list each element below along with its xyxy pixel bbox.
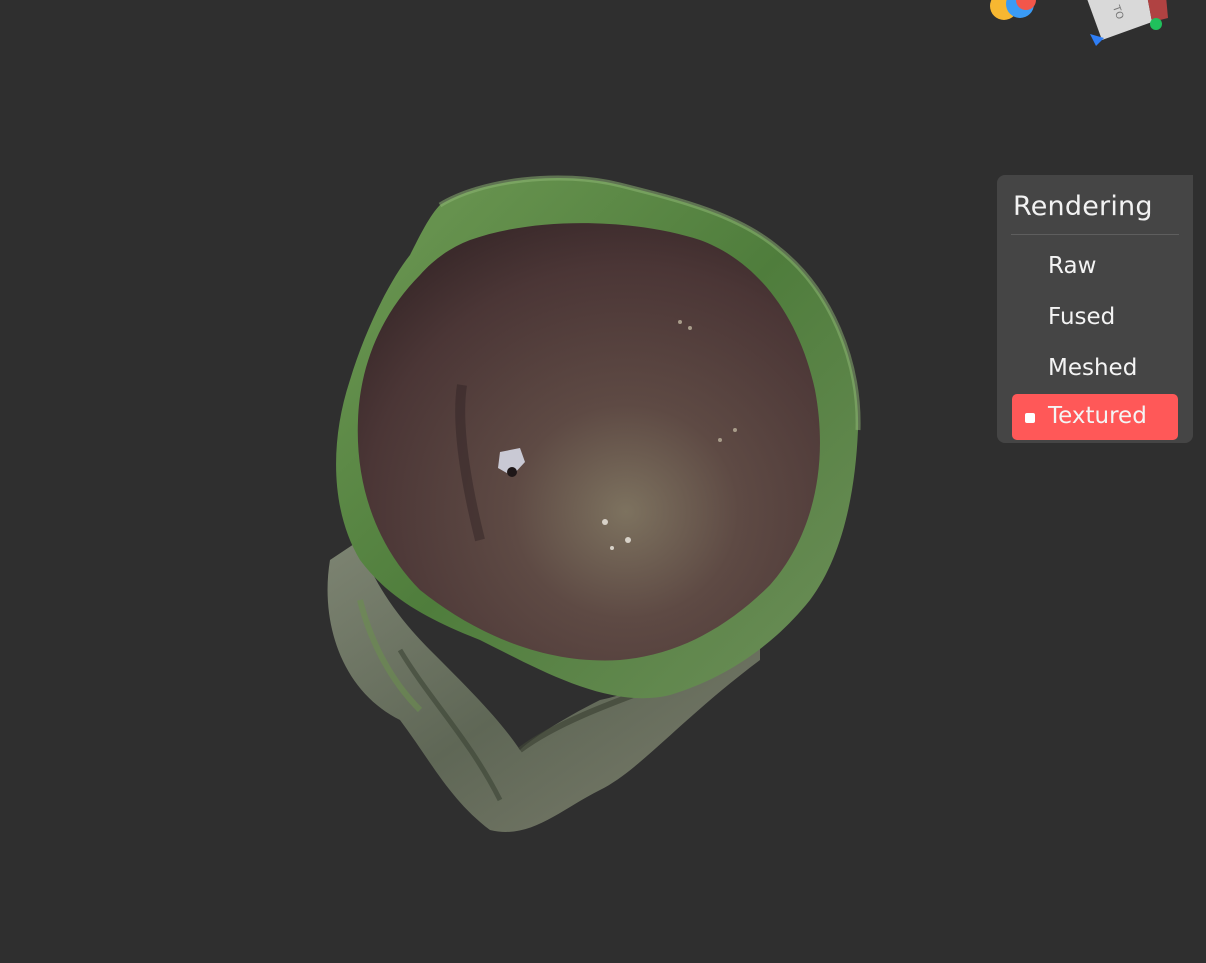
render-option-label: Meshed bbox=[1048, 355, 1138, 381]
radio-indicator bbox=[1025, 365, 1035, 375]
render-option-label: Fused bbox=[1048, 304, 1116, 330]
divider bbox=[1011, 234, 1179, 235]
radio-indicator bbox=[1025, 263, 1035, 273]
scan-model-bowl bbox=[357, 223, 820, 661]
render-option-meshed[interactable]: Meshed bbox=[1012, 346, 1178, 392]
render-option-fused[interactable]: Fused bbox=[1012, 295, 1178, 341]
render-option-label: Raw bbox=[1048, 253, 1097, 279]
radio-indicator bbox=[1025, 413, 1035, 423]
3d-viewport[interactable]: TO bbox=[0, 0, 1206, 963]
view-cube-icon[interactable]: TO bbox=[1086, 0, 1168, 46]
panel-title: Rendering bbox=[1013, 191, 1153, 222]
render-option-textured[interactable]: Textured bbox=[1012, 394, 1178, 440]
axis-gizmo-sphere-icon[interactable] bbox=[990, 0, 1036, 20]
render-option-label: Textured bbox=[1048, 403, 1147, 429]
radio-indicator bbox=[1025, 314, 1035, 324]
rendering-panel: Rendering Raw Fused Meshed Textured bbox=[997, 175, 1193, 443]
render-option-raw[interactable]: Raw bbox=[1012, 244, 1178, 290]
